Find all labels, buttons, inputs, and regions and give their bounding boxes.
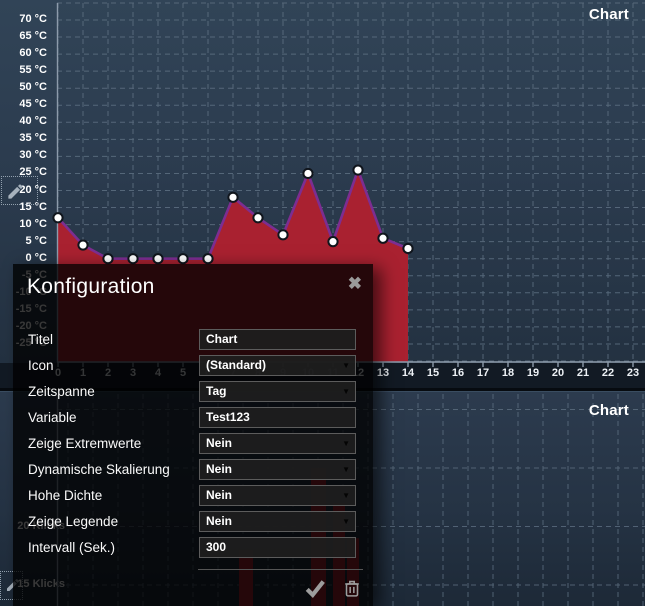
field-value: Tag <box>206 384 226 398</box>
field-label: Dynamische Skalierung <box>28 462 199 477</box>
hohe-dichte-select[interactable]: Nein ▼ <box>199 485 356 506</box>
field-label: Intervall (Sek.) <box>28 540 199 555</box>
field-row-hohe-dichte: Hohe Dichte Nein ▼ <box>28 485 373 506</box>
icon-select[interactable]: (Standard) ▼ <box>199 355 356 376</box>
data-point <box>153 254 162 263</box>
variable-input[interactable]: Test123 <box>199 407 356 428</box>
data-point <box>78 240 87 249</box>
data-point <box>178 254 187 263</box>
dialog-body: Titel Chart Icon (Standard) ▼ Zeitspanne Tag ▼ V… <box>13 308 373 558</box>
zeige-legende-select[interactable]: Nein ▼ <box>199 511 356 532</box>
chevron-down-icon: ▼ <box>342 460 350 480</box>
field-row-zeige-extremwerte: Zeige Extremwerte Nein ▼ <box>28 433 373 454</box>
data-point <box>378 234 387 243</box>
zeige-extremwerte-select[interactable]: Nein ▼ <box>199 433 356 454</box>
confirm-icon[interactable] <box>304 577 326 599</box>
field-label: Variable <box>28 410 199 425</box>
field-value: Chart <box>206 332 237 346</box>
data-point <box>203 254 212 263</box>
field-label: Zeige Legende <box>28 514 199 529</box>
dialog-title: Konfiguration <box>27 275 155 298</box>
config-dialog: Konfiguration ✖ TitelChartIcon(Standard)… <box>13 264 373 606</box>
field-value: Nein <box>206 462 232 476</box>
data-point <box>278 230 287 239</box>
data-point <box>328 237 337 246</box>
field-row-titel: Titel Chart <box>28 329 373 350</box>
field-row-intervall-sek: Intervall (Sek.) 300 <box>28 537 373 558</box>
field-label: Icon <box>28 358 199 373</box>
field-label: Titel <box>28 332 199 347</box>
panel-title-top: Chart <box>589 6 629 23</box>
data-point <box>128 254 137 263</box>
chevron-down-icon: ▼ <box>342 434 350 454</box>
chevron-down-icon: ▼ <box>342 512 350 532</box>
field-label: Hohe Dichte <box>28 488 199 503</box>
field-value: Test123 <box>206 410 250 424</box>
dialog-footer <box>198 569 363 599</box>
field-row-zeitspanne: Zeitspanne Tag ▼ <box>28 381 373 402</box>
pencil-icon <box>6 182 25 201</box>
chevron-down-icon: ▼ <box>342 486 350 506</box>
data-point <box>303 169 312 178</box>
field-value: Nein <box>206 488 232 502</box>
zeitspanne-select[interactable]: Tag ▼ <box>199 381 356 402</box>
dialog-header: Konfiguration ✖ <box>13 264 373 308</box>
close-icon[interactable]: ✖ <box>348 275 362 292</box>
data-point <box>353 165 362 174</box>
dynamische-skalierung-select[interactable]: Nein ▼ <box>199 459 356 480</box>
field-value: Nein <box>206 436 232 450</box>
data-point <box>253 213 262 222</box>
data-point <box>103 254 112 263</box>
field-row-variable: Variable Test123 <box>28 407 373 428</box>
field-value: (Standard) <box>206 358 266 372</box>
edit-handle-top-panel[interactable] <box>1 176 38 205</box>
field-value: Nein <box>206 514 232 528</box>
delete-icon[interactable] <box>341 577 363 599</box>
field-value: 300 <box>206 540 226 554</box>
field-row-icon: Icon (Standard) ▼ <box>28 355 373 376</box>
data-point <box>53 213 62 222</box>
panel-title-bottom: Chart <box>589 402 629 419</box>
field-label: Zeitspanne <box>28 384 199 399</box>
field-label: Zeige Extremwerte <box>28 436 199 451</box>
field-row-dynamische-skalierung: Dynamische Skalierung Nein ▼ <box>28 459 373 480</box>
titel-input[interactable]: Chart <box>199 329 356 350</box>
intervall-sek-input[interactable]: 300 <box>199 537 356 558</box>
chevron-down-icon: ▼ <box>342 356 350 376</box>
field-row-zeige-legende: Zeige Legende Nein ▼ <box>28 511 373 532</box>
data-point <box>403 244 412 253</box>
data-point <box>228 193 237 202</box>
chevron-down-icon: ▼ <box>342 382 350 402</box>
